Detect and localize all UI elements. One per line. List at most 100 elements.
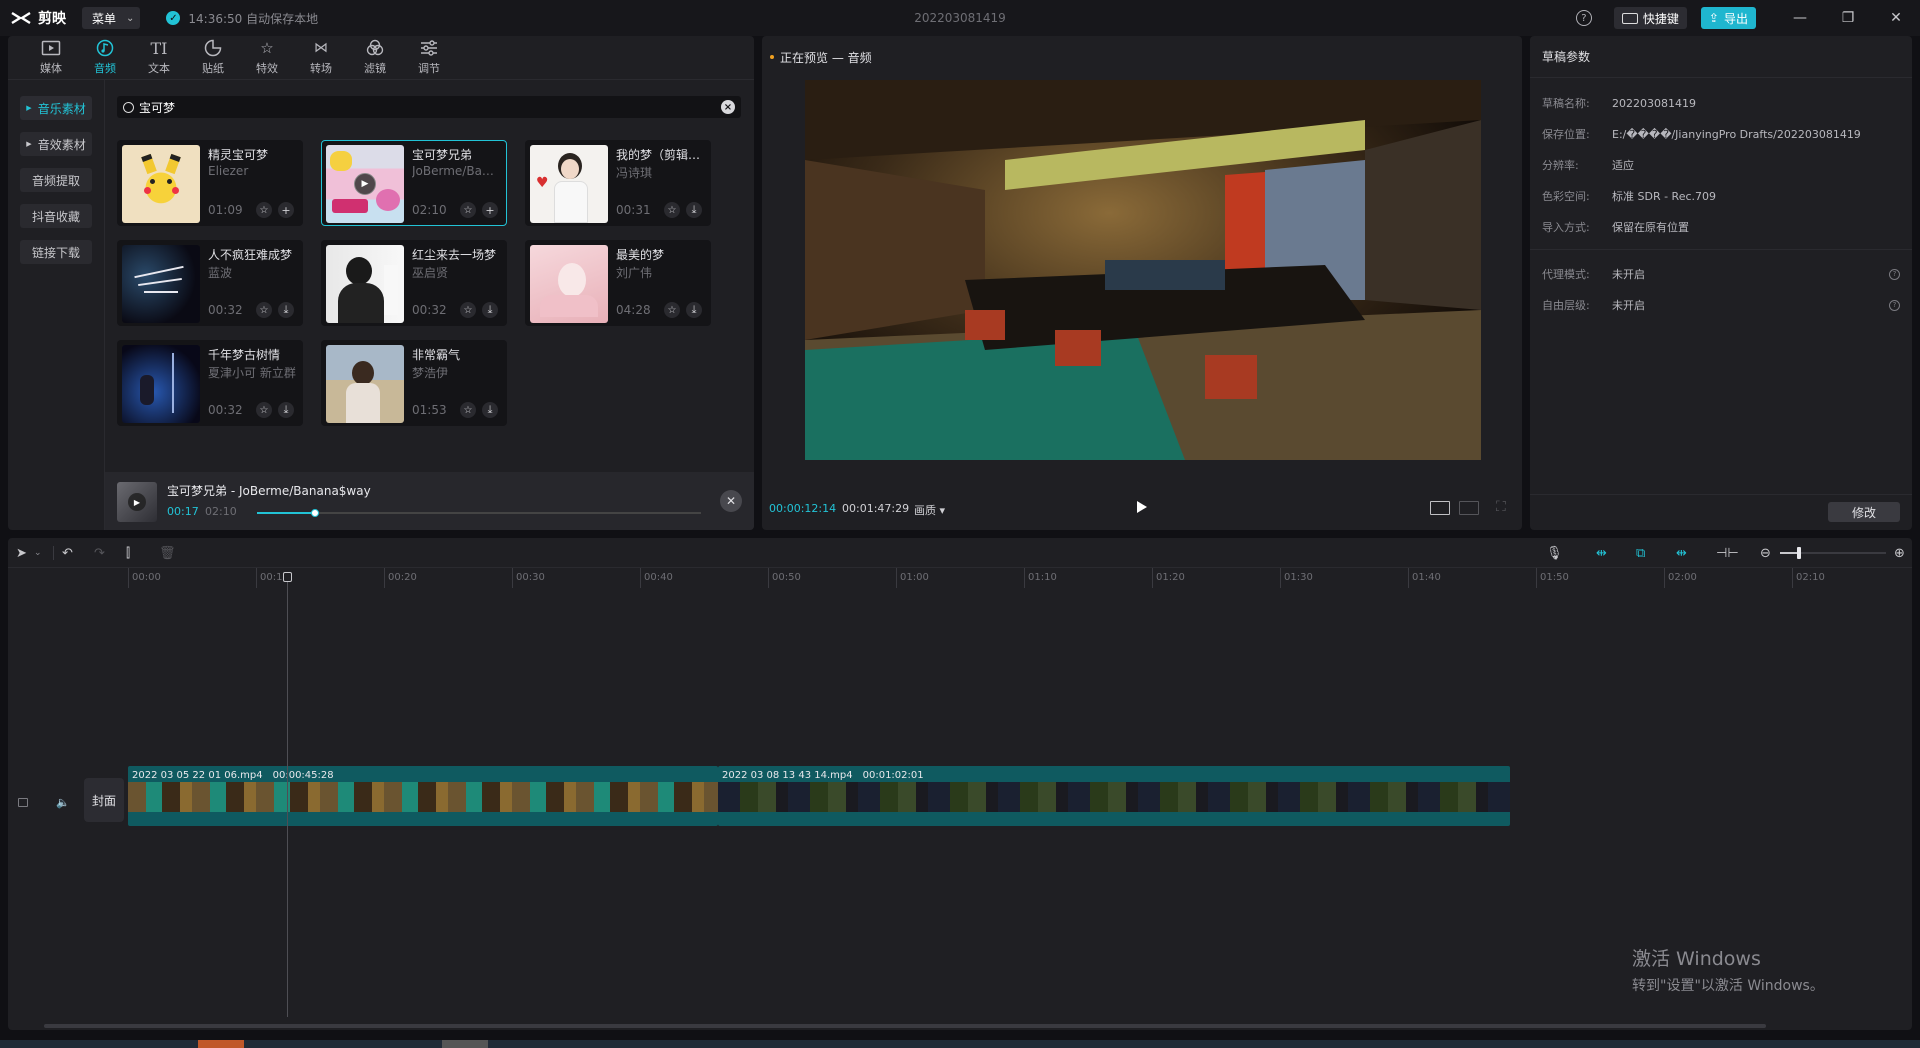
download-icon[interactable]: ⤓ xyxy=(482,302,498,318)
clear-search-icon[interactable]: × xyxy=(721,100,735,114)
song-card[interactable]: 红尘来去一场梦 巫启贤 00:32 ☆ ⤓ xyxy=(321,240,507,326)
favorite-star-icon[interactable]: ☆ xyxy=(664,202,680,218)
draft-row-proxy: 代理模式: 未开启? xyxy=(1542,265,1900,283)
favorite-star-icon[interactable]: ☆ xyxy=(460,202,476,218)
param-value: 标准 SDR - Rec.709 xyxy=(1612,190,1717,203)
help-icon[interactable]: ? xyxy=(1575,10,1592,26)
time-ruler[interactable]: 00:00 00:10 00:20 00:30 00:40 00:50 01:00 01:10… xyxy=(8,568,1912,588)
download-icon[interactable]: ⤓ xyxy=(686,202,702,218)
track-lock-icon[interactable] xyxy=(18,798,28,807)
auto-snap-icon[interactable]: ⇹ xyxy=(1596,545,1607,561)
favorite-star-icon[interactable]: ☆ xyxy=(664,302,680,318)
download-icon[interactable]: ⤓ xyxy=(278,402,294,418)
preview-video[interactable] xyxy=(805,80,1481,460)
draft-header: 草稿参数 xyxy=(1530,36,1912,78)
song-card-selected[interactable]: ▶ 宝可梦兄弟 JoBerme/Banana$way 02:10 ☆ + xyxy=(321,140,507,226)
tab-sticker[interactable]: 贴纸 xyxy=(186,36,240,79)
tab-audio[interactable]: 音频 xyxy=(78,36,132,79)
delete-icon[interactable]: 🗑 xyxy=(159,545,176,561)
add-icon[interactable]: + xyxy=(482,202,498,218)
song-card[interactable]: 非常霸气 梦浩伊 01:53 ☆ ⤓ xyxy=(321,340,507,426)
player-progress-bar[interactable] xyxy=(257,509,701,517)
clip-label: 2022 03 08 13 43 14.mp4 00:01:02:01 xyxy=(722,770,924,781)
song-artist: 夏津小可 新立群 xyxy=(208,366,296,380)
song-card[interactable]: 精灵宝可梦 Eliezer 01:09 ☆ + xyxy=(117,140,303,226)
microphone-icon[interactable]: 🎙 xyxy=(1546,545,1563,561)
draft-row-layer: 自由层级: 未开启? xyxy=(1542,296,1900,314)
chevron-down-icon[interactable]: ⌄ xyxy=(34,545,42,561)
player-title: 宝可梦兄弟 - JoBerme/Banana$way xyxy=(167,484,371,498)
close-button[interactable]: ✕ xyxy=(1872,0,1920,36)
video-clip[interactable]: 2022 03 08 13 43 14.mp4 00:01:02:01 xyxy=(718,766,1510,826)
tab-label: 音频 xyxy=(94,62,116,75)
menu-button[interactable]: 菜单 ⌄ xyxy=(82,7,141,29)
param-key: 色彩空间: xyxy=(1542,190,1590,203)
split-screen-icon[interactable]: ⊣⊢ xyxy=(1716,545,1739,561)
tab-text[interactable]: TI 文本 xyxy=(132,36,186,79)
play-icon[interactable] xyxy=(1137,501,1147,513)
zoom-in-icon[interactable]: ⊕ xyxy=(1894,545,1905,561)
video-frame xyxy=(805,80,1481,460)
sidebar-item-music[interactable]: ▶ 音乐素材 xyxy=(20,96,92,120)
song-card[interactable]: ♥ 我的梦（剪辑版） 冯诗琪 00:31 ☆ ⤓ xyxy=(525,140,711,226)
preview-axis-icon[interactable]: ⇹ xyxy=(1676,545,1687,561)
cover-button[interactable]: 封面 xyxy=(84,778,124,822)
add-icon[interactable]: + xyxy=(278,202,294,218)
edit-button[interactable]: 修改 xyxy=(1828,502,1900,522)
split-icon[interactable]: ⫿ xyxy=(126,545,130,561)
close-player-icon[interactable]: ✕ xyxy=(720,490,742,512)
ruler-tick: 01:00 xyxy=(896,568,929,588)
player-progress-knob[interactable] xyxy=(310,509,319,517)
fullscreen-icon[interactable]: ⛶ xyxy=(1496,499,1506,515)
tab-filter[interactable]: 滤镜 xyxy=(348,36,402,79)
song-card[interactable]: 千年梦古树情 夏津小可 新立群 00:32 ☆ ⤓ xyxy=(117,340,303,426)
taskbar-app[interactable] xyxy=(198,1040,244,1048)
undo-icon[interactable]: ↶ xyxy=(62,545,73,561)
download-icon[interactable]: ⤓ xyxy=(278,302,294,318)
select-cursor-icon[interactable]: ➤ xyxy=(16,545,27,561)
zoom-slider[interactable] xyxy=(1780,547,1886,559)
favorite-star-icon[interactable]: ☆ xyxy=(460,402,476,418)
zoom-out-icon[interactable]: ⊖ xyxy=(1760,545,1771,561)
song-card[interactable]: 人不疯狂难成梦 蓝波 00:32 ☆ ⤓ xyxy=(117,240,303,326)
tab-label: 特效 xyxy=(256,62,278,75)
favorite-star-icon[interactable]: ☆ xyxy=(256,402,272,418)
sidebar-item-audio-extract[interactable]: 音频提取 xyxy=(20,168,92,192)
video-clip[interactable]: 2022 03 05 22 01 06.mp4 00:00:45:28 xyxy=(128,766,718,826)
speaker-icon[interactable]: 🔈 xyxy=(56,796,70,809)
tab-effects[interactable]: ☆ 特效 xyxy=(240,36,294,79)
download-icon[interactable]: ⤓ xyxy=(482,402,498,418)
sidebar-item-link-download[interactable]: 链接下载 xyxy=(20,240,92,264)
horizontal-scrollbar[interactable] xyxy=(44,1024,1766,1028)
aspect-ratio-icon[interactable] xyxy=(1459,501,1479,515)
favorite-star-icon[interactable]: ☆ xyxy=(256,302,272,318)
info-icon[interactable]: ? xyxy=(1889,299,1900,311)
quality-dropdown[interactable]: 画质 ▾ xyxy=(914,502,945,518)
minimize-button[interactable]: — xyxy=(1776,0,1824,36)
song-card[interactable]: 最美的梦 刘广伟 04:28 ☆ ⤓ xyxy=(525,240,711,326)
tab-transition[interactable]: ⋈ 转场 xyxy=(294,36,348,79)
adjust-icon xyxy=(420,38,438,58)
export-button[interactable]: ⇪ 导出 xyxy=(1700,7,1756,29)
zoom-slider-handle[interactable] xyxy=(1797,547,1801,559)
taskbar-app[interactable] xyxy=(442,1040,488,1048)
search-input[interactable]: 宝可梦 × xyxy=(117,96,741,118)
tab-media[interactable]: 媒体 xyxy=(24,36,78,79)
favorite-star-icon[interactable]: ☆ xyxy=(460,302,476,318)
playhead[interactable] xyxy=(283,572,292,1017)
redo-icon[interactable]: ↷ xyxy=(94,545,105,561)
tab-adjust[interactable]: 调节 xyxy=(402,36,456,79)
playhead-handle[interactable] xyxy=(283,572,292,582)
waveform-icon[interactable] xyxy=(1430,501,1450,515)
info-icon[interactable]: ? xyxy=(1889,268,1900,280)
restore-button[interactable]: ❐ xyxy=(1824,0,1872,36)
play-icon[interactable]: ▶ xyxy=(128,493,146,511)
linkage-icon[interactable]: ⧉ xyxy=(1636,545,1645,561)
shortcut-button[interactable]: 快捷键 xyxy=(1613,7,1687,29)
sidebar-item-sound-effects[interactable]: ▶ 音效素材 xyxy=(20,132,92,156)
download-icon[interactable]: ⤓ xyxy=(686,302,702,318)
sidebar-item-douyin-favorites[interactable]: 抖音收藏 xyxy=(20,204,92,228)
text-icon: TI xyxy=(150,38,168,58)
play-overlay-icon[interactable]: ▶ xyxy=(354,173,376,195)
favorite-star-icon[interactable]: ☆ xyxy=(256,202,272,218)
